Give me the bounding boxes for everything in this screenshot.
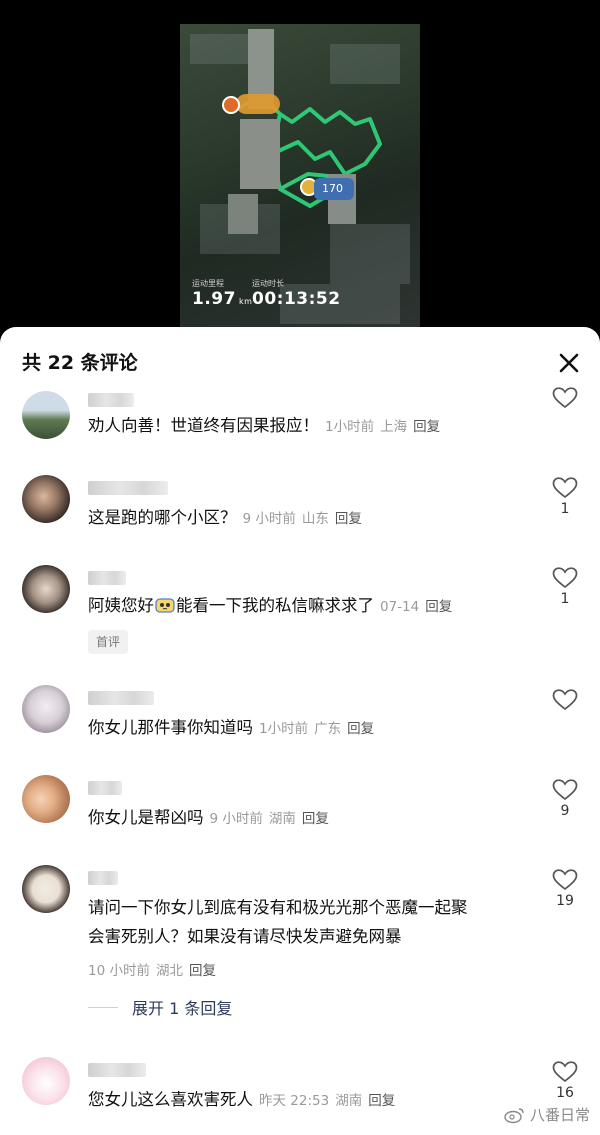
comment-location: 山东 bbox=[301, 511, 329, 527]
avatar[interactable] bbox=[22, 685, 70, 733]
like-count: 9 bbox=[560, 803, 570, 819]
like-button[interactable]: 1 bbox=[551, 567, 579, 607]
like-button[interactable]: 16 bbox=[551, 1061, 579, 1101]
avatar[interactable] bbox=[22, 865, 70, 913]
heart-icon bbox=[552, 387, 578, 409]
avatar[interactable] bbox=[22, 475, 70, 523]
reply-button[interactable]: 回复 bbox=[413, 419, 440, 435]
distance-value: 1.97 bbox=[192, 289, 236, 309]
reply-button[interactable]: 回复 bbox=[425, 599, 452, 615]
comment-text: 阿姨您好 能看一下我的私信嘛求求了 07-14 回复 bbox=[88, 596, 453, 615]
watermark-text: 八番日常 bbox=[529, 1106, 590, 1124]
heart-icon bbox=[552, 477, 578, 499]
comment-text: 你女儿那件事你知道吗 1小时前 广东 回复 bbox=[88, 718, 375, 737]
comment-location: 湖南 bbox=[268, 811, 296, 827]
end-marker-badge: 170 bbox=[314, 178, 354, 200]
comment-item: 劝人向善！世道终有因果报应！ 1小时前 上海 回复 bbox=[0, 387, 600, 457]
duration-stat: 运动时长 00:13:52 bbox=[252, 278, 341, 309]
close-icon bbox=[559, 353, 579, 373]
reply-button[interactable]: 回复 bbox=[335, 511, 362, 527]
like-button[interactable] bbox=[551, 689, 579, 711]
comment-item: 你女儿那件事你知道吗 1小时前 广东 回复 bbox=[0, 685, 600, 755]
start-marker-icon bbox=[222, 96, 240, 114]
comment-text: 这是跑的哪个小区？ 9 小时前 山东 回复 bbox=[88, 508, 362, 527]
running-route-map: 170 运动里程 1.97 km 运动时长 00:13:52 bbox=[180, 24, 420, 335]
username-blurred[interactable] bbox=[88, 871, 118, 885]
duration-value: 00:13:52 bbox=[252, 289, 341, 309]
watermark: 八番日常 bbox=[504, 1104, 590, 1125]
username-blurred[interactable] bbox=[88, 393, 134, 407]
avatar[interactable] bbox=[22, 391, 70, 439]
heart-icon bbox=[552, 567, 578, 589]
comment-time: 9 小时前 bbox=[209, 811, 263, 827]
distance-stat: 运动里程 1.97 km bbox=[192, 278, 252, 309]
reply-button[interactable]: 回复 bbox=[368, 1093, 395, 1109]
duration-label: 运动时长 bbox=[252, 279, 284, 288]
username-blurred[interactable] bbox=[88, 481, 168, 495]
comment-text: 您女儿这么喜欢害死人 昨天 22:53 湖南 回复 bbox=[88, 1090, 396, 1109]
comment-location: 广东 bbox=[314, 721, 342, 737]
comment-sheet: 共 22 条评论 劝人向善！世道终有因果报应！ 1小时前 上海 回复 这是跑的哪个小区… bbox=[0, 327, 600, 1135]
heart-icon bbox=[552, 869, 578, 891]
distance-unit: km bbox=[238, 297, 253, 306]
start-marker-badge bbox=[236, 94, 280, 114]
expand-replies-label: 展开 1 条回复 bbox=[132, 999, 233, 1018]
comment-time: 1小时前 bbox=[259, 721, 309, 737]
reply-button[interactable]: 回复 bbox=[302, 811, 329, 827]
comment-count-title: 共 22 条评论 bbox=[22, 352, 138, 374]
comment-time: 昨天 22:53 bbox=[259, 1093, 330, 1109]
comment-time: 10 小时前 bbox=[88, 963, 150, 979]
distance-label: 运动里程 bbox=[192, 279, 224, 288]
comment-item: 你女儿是帮凶吗 9 小时前 湖南 回复 9 bbox=[0, 775, 600, 855]
comment-text: 你女儿是帮凶吗 9 小时前 湖南 回复 bbox=[88, 808, 329, 827]
video-player[interactable]: 170 运动里程 1.97 km 运动时长 00:13:52 bbox=[0, 0, 600, 335]
comment-item: 请问一下你女儿到底有没有和极光光那个恶魔一起聚 会害死别人？如果没有请尽快发声避… bbox=[0, 865, 600, 1045]
heart-icon bbox=[552, 689, 578, 711]
username-blurred[interactable] bbox=[88, 571, 126, 585]
like-button[interactable]: 19 bbox=[551, 869, 579, 909]
comment-time: 1小时前 bbox=[325, 419, 375, 435]
like-count: 1 bbox=[560, 501, 570, 517]
comment-location: 上海 bbox=[380, 419, 408, 435]
divider bbox=[88, 1006, 118, 1008]
first-comment-tag: 首评 bbox=[88, 630, 129, 654]
heart-icon bbox=[552, 1061, 578, 1083]
username-blurred[interactable] bbox=[88, 781, 122, 795]
comment-location: 湖南 bbox=[335, 1093, 363, 1109]
reply-button[interactable]: 回复 bbox=[347, 721, 374, 737]
comment-meta: 10 小时前 湖北 回复 bbox=[88, 959, 216, 979]
comment-location: 湖北 bbox=[155, 963, 183, 979]
comment-time: 9 小时前 bbox=[242, 511, 296, 527]
like-count: 16 bbox=[556, 1085, 574, 1101]
like-button[interactable]: 9 bbox=[551, 779, 579, 819]
username-blurred[interactable] bbox=[88, 1063, 146, 1077]
comment-text: 劝人向善！世道终有因果报应！ 1小时前 上海 回复 bbox=[88, 416, 441, 435]
comment-item: 阿姨您好 能看一下我的私信嘛求求了 07-14 回复 首评 1 bbox=[0, 565, 600, 665]
close-button[interactable] bbox=[553, 347, 585, 379]
avatar[interactable] bbox=[22, 565, 70, 613]
avatar[interactable] bbox=[22, 1057, 70, 1105]
weibo-logo-icon bbox=[504, 1107, 524, 1123]
comment-time: 07-14 bbox=[380, 599, 420, 615]
pleading-emoji-icon bbox=[155, 598, 175, 613]
username-blurred[interactable] bbox=[88, 691, 154, 705]
expand-replies-button[interactable]: 展开 1 条回复 bbox=[88, 995, 232, 1019]
comment-item: 这是跑的哪个小区？ 9 小时前 山东 回复 1 bbox=[0, 475, 600, 555]
heart-icon bbox=[552, 779, 578, 801]
like-count: 1 bbox=[560, 591, 570, 607]
avatar[interactable] bbox=[22, 775, 70, 823]
reply-button[interactable]: 回复 bbox=[189, 963, 216, 979]
like-count: 19 bbox=[556, 893, 574, 909]
like-button[interactable] bbox=[551, 387, 579, 409]
comment-text: 请问一下你女儿到底有没有和极光光那个恶魔一起聚 会害死别人？如果没有请尽快发声避… bbox=[88, 898, 468, 946]
like-button[interactable]: 1 bbox=[551, 477, 579, 517]
